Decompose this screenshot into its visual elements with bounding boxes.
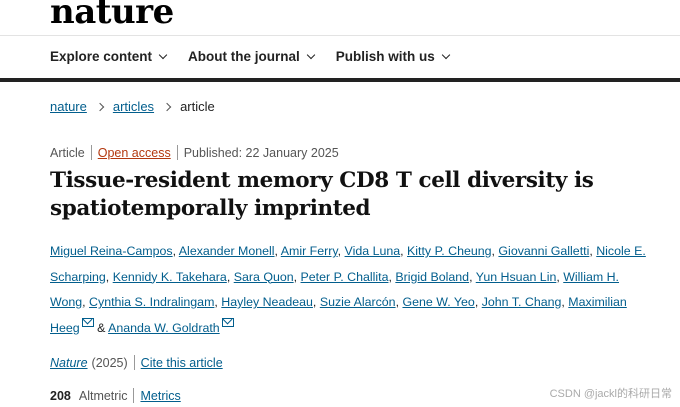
breadcrumb: nature articles article — [50, 99, 215, 114]
breadcrumb-articles[interactable]: articles — [113, 99, 154, 114]
author-link[interactable]: Giovanni Galletti — [498, 244, 589, 258]
metrics-link[interactable]: Metrics — [140, 389, 180, 403]
author-link[interactable]: Hayley Neadeau — [221, 295, 313, 309]
header-divider — [0, 35, 680, 36]
author-link[interactable]: Alexander Monell — [179, 244, 275, 258]
chevron-right-icon — [95, 102, 105, 111]
author-link[interactable]: Peter P. Challita — [301, 270, 389, 284]
altmetric-label: Altmetric — [78, 388, 128, 403]
main-nav: Explore content About the journal Publis… — [50, 49, 451, 64]
author-link[interactable]: Yun Hsuan Lin — [476, 270, 557, 284]
author-separator: , — [400, 244, 408, 258]
author-link[interactable]: Vida Luna — [345, 244, 401, 258]
author-link[interactable]: Kitty P. Cheung — [407, 244, 492, 258]
author-separator: , — [105, 269, 113, 284]
chevron-down-icon — [306, 50, 316, 60]
mail-icon[interactable] — [221, 317, 234, 327]
author-separator: , — [469, 269, 476, 284]
journal-link[interactable]: Nature — [50, 356, 88, 370]
altmetric-score: 208 — [50, 388, 71, 403]
divider — [133, 355, 135, 370]
metrics-line: 208 Altmetric Metrics — [50, 388, 181, 403]
article-type: Article — [50, 145, 85, 160]
divider — [176, 145, 178, 160]
nav-label: Publish with us — [335, 49, 435, 64]
author-link[interactable]: Cynthia S. Indralingam — [89, 295, 214, 309]
author-link[interactable]: Miguel Reina-Campos — [50, 244, 173, 258]
author-separator: , — [82, 295, 90, 309]
nav-label: Explore content — [50, 49, 153, 64]
author-link[interactable]: Sara Quon — [234, 270, 294, 284]
chevron-down-icon — [158, 50, 168, 60]
nav-about-journal[interactable]: About the journal — [188, 49, 316, 64]
author-link[interactable]: Gene W. Yeo — [402, 295, 474, 309]
author-link[interactable]: John T. Chang — [482, 295, 562, 309]
author-conjunction: & — [93, 320, 109, 335]
breadcrumb-nature[interactable]: nature — [50, 99, 87, 114]
chevron-down-icon — [441, 50, 451, 60]
article-title: Tissue-resident memory CD8 T cell divers… — [50, 168, 594, 221]
author-separator: , — [293, 269, 301, 284]
watermark: CSDN @jackl的科研日常 — [549, 388, 672, 400]
site-logo[interactable]: nature — [50, 0, 174, 32]
author-link[interactable]: Kennidy K. Takehara — [113, 270, 227, 284]
published-date: Published: 22 January 2025 — [183, 145, 339, 160]
breadcrumb-current: article — [180, 99, 215, 114]
nav-bottom-bar — [0, 78, 680, 82]
cite-article-link[interactable]: Cite this article — [141, 356, 223, 370]
author-link[interactable]: Brigid Boland — [395, 270, 469, 284]
author-link[interactable]: Amir Ferry — [281, 244, 338, 258]
author-separator: , — [474, 295, 482, 309]
author-separator: , — [312, 295, 320, 309]
mail-icon[interactable] — [81, 317, 94, 327]
article-meta: Article Open access Published: 22 Januar… — [50, 145, 339, 160]
author-list: Miguel Reina-Campos, Alexander Monell, A… — [50, 239, 650, 341]
author-separator: , — [337, 244, 345, 258]
divider — [90, 145, 92, 160]
nav-label: About the journal — [188, 49, 300, 64]
divider — [133, 388, 135, 403]
author-link[interactable]: Suzie Alarcón — [320, 295, 396, 309]
chevron-right-icon — [162, 102, 172, 111]
author-separator: , — [226, 269, 234, 284]
citation-year: (2025) — [91, 355, 128, 370]
open-access-link[interactable]: Open access — [98, 146, 171, 160]
citation-line: Nature (2025) Cite this article — [50, 355, 223, 370]
nav-publish-with-us[interactable]: Publish with us — [335, 49, 451, 64]
author-link[interactable]: Ananda W. Goldrath — [108, 321, 220, 335]
nav-explore-content[interactable]: Explore content — [50, 49, 168, 64]
